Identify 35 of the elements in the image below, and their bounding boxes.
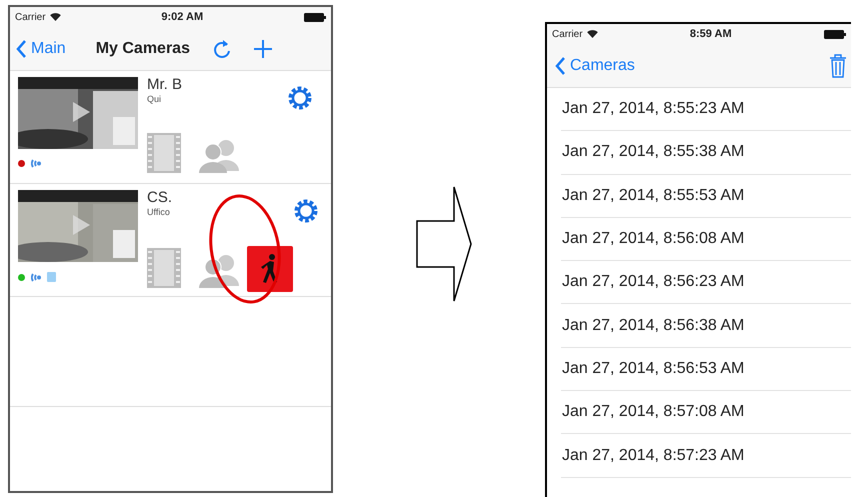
back-chevron-icon [555, 56, 566, 74]
settings-icon[interactable] [287, 85, 313, 111]
camera-location: Uffico [147, 206, 171, 219]
recording-item[interactable]: Jan 27, 2014, 8:57:23 AM [562, 444, 744, 468]
recording-item[interactable]: Jan 27, 2014, 8:56:38 AM [562, 314, 744, 338]
wifi-icon [586, 30, 598, 38]
recording-item[interactable]: Jan 27, 2014, 8:55:38 AM [562, 140, 744, 164]
back-button[interactable]: Main [16, 36, 66, 60]
battery-icon [304, 12, 326, 22]
clock-time: 8:59 AM [690, 26, 732, 42]
arrow-icon [416, 186, 472, 302]
clock-time: 9:02 AM [161, 10, 204, 25]
signal-icon [31, 159, 41, 168]
recording-item[interactable]: Jan 27, 2014, 8:55:23 AM [562, 97, 744, 122]
camera-name: Mr. B [147, 77, 184, 93]
refresh-icon[interactable] [212, 38, 232, 60]
back-chevron-icon [16, 40, 27, 58]
recording-item[interactable]: Jan 27, 2014, 8:55:53 AM [562, 184, 744, 208]
carrier-label: Carrier [552, 28, 583, 42]
add-icon[interactable] [254, 40, 272, 58]
trash-icon[interactable] [829, 54, 847, 78]
nav-title: My Cameras [96, 38, 190, 58]
wifi-icon [50, 13, 61, 21]
recording-item[interactable]: Jan 27, 2014, 8:56:08 AM [562, 227, 744, 252]
carrier-label: Carrier [15, 10, 46, 24]
recording-item[interactable]: Jan 27, 2014, 8:57:08 AM [562, 400, 744, 424]
signal-icon [31, 272, 41, 282]
back-button[interactable]: Cameras [555, 54, 635, 78]
camera-name: CS. [147, 190, 174, 206]
motion-alert-button[interactable] [247, 246, 293, 292]
battery-icon [824, 30, 846, 38]
settings-icon[interactable] [293, 198, 319, 224]
recording-item[interactable]: Jan 27, 2014, 8:56:53 AM [562, 356, 744, 381]
recording-item[interactable]: Jan 27, 2014, 8:56:23 AM [562, 270, 744, 294]
camera-location: Qui [147, 93, 162, 106]
